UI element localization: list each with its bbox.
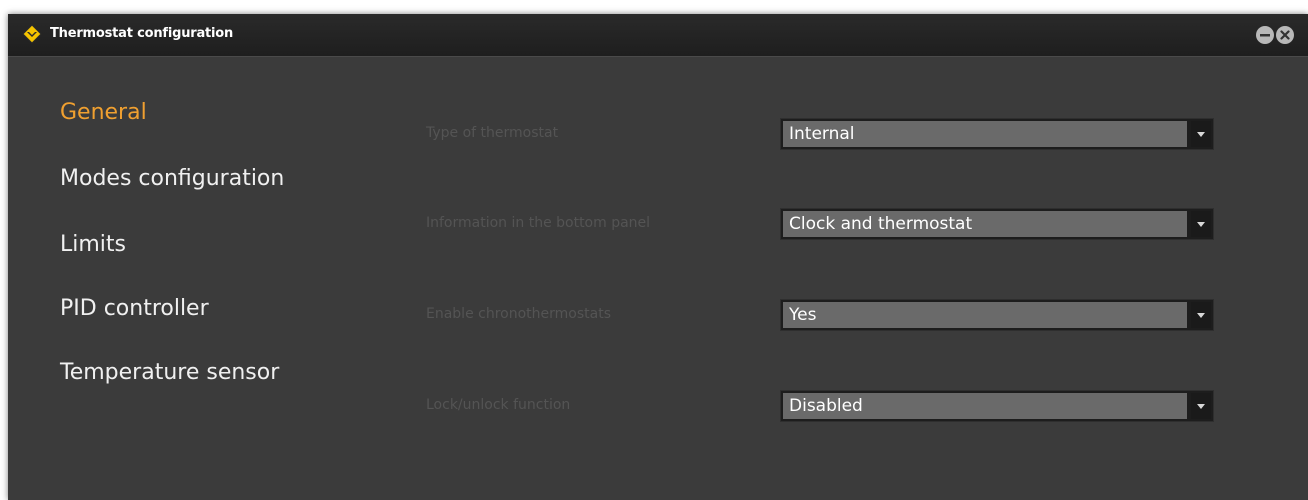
minimize-button[interactable] (1256, 26, 1274, 44)
title-bar: Thermostat configuration (8, 14, 1308, 57)
bottom-panel-info-select[interactable]: Clock and thermostat (780, 208, 1214, 240)
select-value: Yes (783, 302, 1187, 328)
dropdown-arrow-icon[interactable] (1191, 121, 1211, 147)
enable-chronothermostats-select[interactable]: Yes (780, 299, 1214, 331)
nav-item-general[interactable]: General (60, 100, 147, 125)
type-of-thermostat-label: Type of thermostat (426, 125, 559, 141)
enable-chronothermostats-label: Enable chronothermostats (426, 306, 611, 322)
nav-item-temperature-sensor[interactable]: Temperature sensor (60, 360, 279, 385)
nav-item-limits[interactable]: Limits (60, 232, 126, 257)
dropdown-arrow-icon[interactable] (1191, 211, 1211, 237)
close-button[interactable] (1276, 26, 1294, 44)
window-title: Thermostat configuration (50, 26, 234, 41)
close-icon (1280, 30, 1290, 40)
bottom-panel-info-label: Information in the bottom panel (426, 215, 651, 231)
thermostat-config-window: Thermostat configuration General Modes c… (8, 14, 1308, 500)
lock-unlock-function-label: Lock/unlock function (426, 397, 571, 413)
lock-unlock-function-select[interactable]: Disabled (780, 390, 1214, 422)
type-of-thermostat-select[interactable]: Internal (780, 118, 1214, 150)
minimize-icon (1260, 34, 1270, 37)
dropdown-arrow-icon[interactable] (1191, 393, 1211, 419)
nav-item-pid-controller[interactable]: PID controller (60, 296, 209, 321)
select-value: Clock and thermostat (783, 211, 1187, 237)
app-logo-icon (22, 24, 42, 44)
select-value: Internal (783, 121, 1187, 147)
dropdown-arrow-icon[interactable] (1191, 302, 1211, 328)
select-value: Disabled (783, 393, 1187, 419)
nav-item-modes-configuration[interactable]: Modes configuration (60, 166, 284, 191)
